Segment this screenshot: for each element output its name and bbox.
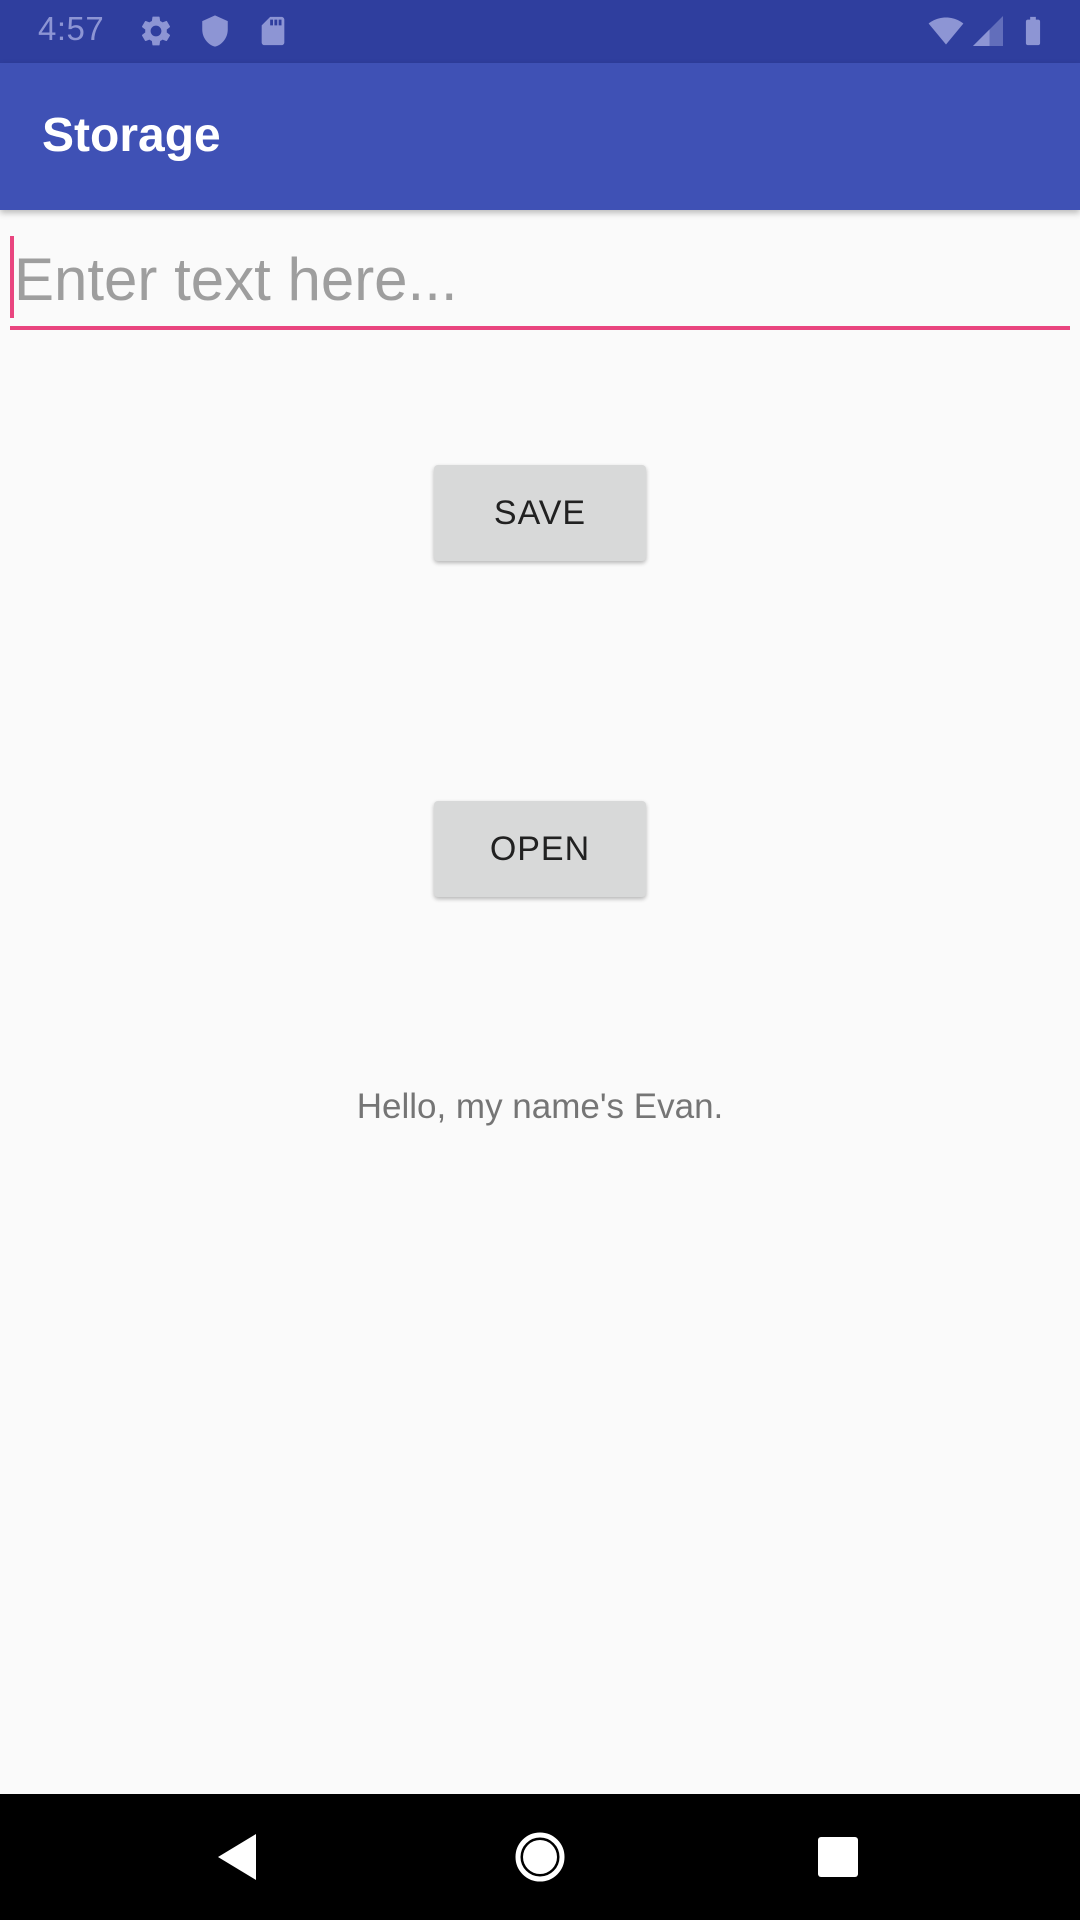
- recents-icon[interactable]: [793, 1814, 883, 1900]
- text-field-underline: [10, 326, 1070, 330]
- status-bar: 4:57: [0, 0, 1080, 63]
- text-input[interactable]: [10, 232, 1074, 326]
- open-button[interactable]: OPEN: [434, 801, 646, 897]
- sd-card-icon: [261, 16, 285, 46]
- app-bar: Storage: [0, 63, 1080, 210]
- home-icon[interactable]: [495, 1814, 585, 1900]
- text-field-container: [10, 232, 1074, 330]
- navigation-bar: [0, 1794, 1080, 1920]
- cell-signal-icon: [973, 16, 1003, 46]
- battery-icon: [1025, 16, 1041, 46]
- output-text: Hello, my name's Evan.: [356, 1087, 724, 1126]
- text-cursor: [10, 236, 14, 318]
- save-button[interactable]: SAVE: [434, 465, 646, 561]
- app-title: Storage: [42, 109, 221, 162]
- back-icon[interactable]: [194, 1814, 284, 1900]
- wifi-icon: [928, 17, 964, 45]
- gear-icon: [141, 16, 171, 46]
- status-time: 4:57: [38, 10, 105, 47]
- shield-icon: [202, 15, 228, 47]
